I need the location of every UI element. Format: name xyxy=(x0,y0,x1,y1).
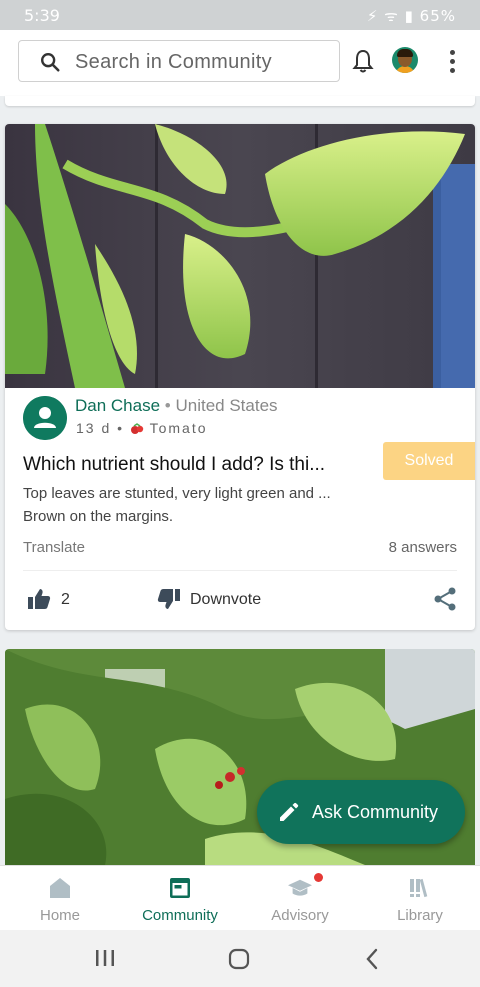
status-icons: ⚡ ᯤ ▮ 65% xyxy=(367,6,456,26)
nav-item-library[interactable]: Library xyxy=(360,866,480,931)
author-line: Dan Chase • United States xyxy=(75,396,278,416)
ask-community-label: Ask Community xyxy=(312,802,439,822)
downvote-button[interactable]: Downvote xyxy=(190,591,261,609)
post-title[interactable]: Which nutrient should I add? Is thi... xyxy=(23,454,373,476)
library-icon xyxy=(410,878,428,898)
nav-label-home: Home xyxy=(39,907,80,924)
tomato-icon xyxy=(130,423,144,435)
post-body[interactable]: Top leaves are stunted, very light green… xyxy=(23,482,373,528)
previous-post-card xyxy=(5,96,475,106)
more-options-icon[interactable] xyxy=(450,50,458,77)
back-icon[interactable] xyxy=(364,948,380,970)
post-image[interactable] xyxy=(5,124,475,388)
system-nav-bar xyxy=(0,930,480,987)
thumbs-up-icon[interactable] xyxy=(27,588,51,610)
app-header: Search in Community xyxy=(0,30,480,96)
notification-dot xyxy=(314,873,323,882)
solved-badge: Solved xyxy=(383,442,475,480)
status-bar: 5:39 ⚡ ᯤ ▮ 65% xyxy=(0,0,480,30)
bottom-nav: Home Community Advisory Library xyxy=(0,865,480,930)
post-meta: 13 d • Tomato xyxy=(76,420,208,436)
upvote-count: 2 xyxy=(61,591,70,608)
answers-count[interactable]: 8 answers xyxy=(389,539,457,556)
bell-icon[interactable] xyxy=(352,48,374,74)
search-icon xyxy=(41,53,60,72)
author-country: United States xyxy=(175,396,278,415)
author-name[interactable]: Dan Chase xyxy=(75,396,160,415)
graduation-cap-icon xyxy=(288,879,312,896)
home-circle-icon[interactable] xyxy=(228,948,250,970)
crop-name: Tomato xyxy=(149,420,208,436)
nav-label-library: Library xyxy=(397,907,443,924)
nav-item-advisory[interactable]: Advisory xyxy=(240,866,360,931)
ask-community-button[interactable]: Ask Community xyxy=(257,780,465,844)
community-icon xyxy=(170,878,190,898)
nav-label-advisory: Advisory xyxy=(271,907,329,924)
status-time: 5:39 xyxy=(24,6,60,25)
status-indicator-icons: ⚡ ᯤ ▮ xyxy=(366,7,414,25)
pencil-icon xyxy=(280,802,299,821)
battery-level: 65% xyxy=(419,7,456,25)
translate-button[interactable]: Translate xyxy=(23,539,85,556)
nav-item-community[interactable]: Community xyxy=(120,866,240,931)
user-avatar[interactable] xyxy=(392,47,418,73)
post-card[interactable]: Dan Chase • United States 13 d • Tomato … xyxy=(5,124,475,630)
divider xyxy=(23,570,457,571)
nav-item-home[interactable]: Home xyxy=(0,866,120,931)
search-input[interactable]: Search in Community xyxy=(18,40,340,82)
author-avatar[interactable] xyxy=(23,396,67,440)
nav-label-community: Community xyxy=(142,907,218,924)
share-icon[interactable] xyxy=(433,586,457,612)
home-icon xyxy=(50,878,70,898)
recent-apps-icon[interactable] xyxy=(94,948,116,968)
search-placeholder: Search in Community xyxy=(75,51,272,73)
post-age: 13 d xyxy=(76,420,112,436)
meta-separator: • xyxy=(117,420,125,436)
thumbs-down-icon[interactable] xyxy=(157,588,181,610)
separator-dot: • xyxy=(164,396,171,415)
